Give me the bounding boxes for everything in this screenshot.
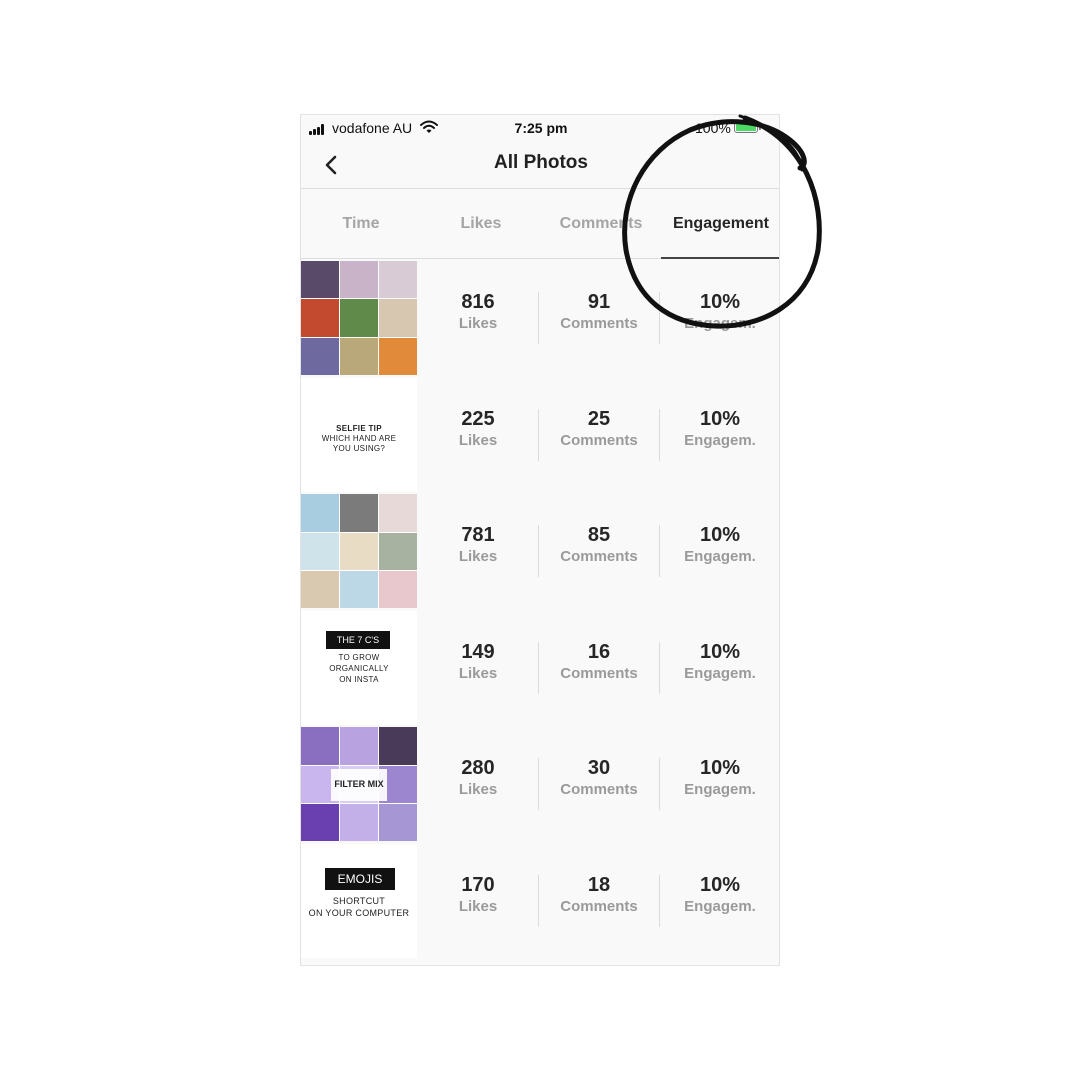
comments-stat: 16 Comments bbox=[539, 609, 659, 725]
likes-count: 280 bbox=[461, 757, 495, 780]
engagement-stat: 10% Engagem. bbox=[660, 725, 779, 841]
likes-label: Likes bbox=[458, 431, 498, 449]
sort-tabs: Time Likes Comments Engagement bbox=[301, 189, 779, 259]
likes-count: 225 bbox=[461, 407, 495, 430]
thumb-title: THE 7 C'S bbox=[326, 630, 390, 649]
engagement-stat: 10% Engagem. bbox=[660, 376, 779, 492]
engagement-label: Engagem. bbox=[684, 781, 756, 799]
comments-label: Comments bbox=[560, 548, 638, 566]
engagement-stat: 10% Engagem. bbox=[660, 492, 779, 608]
likes-stat: 225 Likes bbox=[418, 376, 538, 492]
comments-stat: 25 Comments bbox=[539, 376, 659, 492]
engagement-label: Engagem. bbox=[684, 897, 756, 915]
likes-stat: 280 Likes bbox=[418, 725, 538, 841]
thumb-line: ON INSTA bbox=[339, 674, 379, 684]
tab-likes[interactable]: Likes bbox=[421, 189, 541, 258]
engagement-value: 10% bbox=[699, 640, 741, 663]
battery-percent: 100% bbox=[695, 120, 731, 136]
photo-thumbnail[interactable]: SELFIE TIP WHICH HAND ARE YOU USING? bbox=[301, 377, 417, 492]
comments-stat: 91 Comments bbox=[539, 259, 659, 375]
likes-label: Likes bbox=[458, 781, 498, 799]
photo-thumbnail[interactable] bbox=[301, 261, 417, 375]
likes-label: Likes bbox=[458, 664, 498, 682]
engagement-stat: 10% Engagem. bbox=[660, 842, 779, 958]
status-bar: vodafone AU 7:25 pm 100% bbox=[301, 115, 779, 143]
photo-thumbnail[interactable]: THE 7 C'S TO GROW ORGANICALLY ON INSTA bbox=[301, 610, 417, 725]
likes-count: 781 bbox=[461, 524, 495, 547]
comments-label: Comments bbox=[560, 315, 638, 332]
engagement-label: Engagem. bbox=[684, 664, 756, 682]
photo-list: 816 Likes 91 Comments 10% Engagem. SELFI… bbox=[301, 259, 779, 959]
comments-label: Comments bbox=[560, 897, 638, 915]
comments-count: 85 bbox=[587, 524, 611, 547]
likes-count: 149 bbox=[461, 640, 495, 663]
list-item[interactable]: SELFIE TIP WHICH HAND ARE YOU USING? 225… bbox=[301, 376, 779, 493]
battery-icon bbox=[734, 122, 758, 133]
engagement-stat: 10% Engagem. bbox=[660, 259, 779, 375]
navigation-bar: All Photos bbox=[301, 143, 779, 189]
engagement-label: Engagem. bbox=[684, 315, 756, 332]
photo-thumbnail[interactable]: FILTER MIX bbox=[301, 727, 417, 842]
page-title: All Photos bbox=[494, 152, 588, 173]
likes-label: Likes bbox=[458, 315, 498, 332]
tab-comments[interactable]: Comments bbox=[541, 189, 661, 258]
thumb-title: SELFIE TIP bbox=[336, 423, 382, 433]
engagement-value: 10% bbox=[699, 524, 741, 547]
thumb-title: FILTER MIX bbox=[334, 779, 384, 790]
engagement-stat: 10% Engagem. bbox=[660, 609, 779, 725]
comments-count: 16 bbox=[587, 640, 611, 663]
comments-stat: 30 Comments bbox=[539, 725, 659, 841]
comments-count: 30 bbox=[587, 757, 611, 780]
photo-thumbnail[interactable] bbox=[301, 494, 417, 609]
likes-stat: 781 Likes bbox=[418, 492, 538, 608]
battery-tip bbox=[759, 125, 761, 130]
thumb-title: EMOJIS bbox=[325, 867, 395, 890]
engagement-value: 10% bbox=[699, 873, 741, 896]
comments-label: Comments bbox=[560, 781, 638, 799]
likes-count: 816 bbox=[461, 291, 495, 313]
thumb-line: TO GROW bbox=[338, 652, 380, 662]
list-item[interactable]: FILTER MIX 280 Likes 30 Comments 10% Eng… bbox=[301, 725, 779, 842]
likes-stat: 170 Likes bbox=[418, 842, 538, 958]
list-item[interactable]: EMOJIS SHORTCUT ON YOUR COMPUTER 170 Lik… bbox=[301, 842, 779, 959]
comments-count: 25 bbox=[587, 407, 611, 430]
thumb-overlay: FILTER MIX bbox=[331, 769, 387, 802]
tab-time[interactable]: Time bbox=[301, 189, 421, 258]
likes-count: 170 bbox=[461, 873, 495, 896]
likes-label: Likes bbox=[458, 897, 498, 915]
comments-label: Comments bbox=[560, 664, 638, 682]
list-item[interactable]: 781 Likes 85 Comments 10% Engagem. bbox=[301, 492, 779, 609]
engagement-label: Engagem. bbox=[684, 548, 756, 566]
comments-count: 18 bbox=[587, 873, 611, 896]
comments-label: Comments bbox=[560, 431, 638, 449]
photo-thumbnail[interactable]: EMOJIS SHORTCUT ON YOUR COMPUTER bbox=[301, 843, 417, 958]
engagement-label: Engagem. bbox=[684, 431, 756, 449]
comments-count: 91 bbox=[587, 291, 611, 313]
thumb-line: YOU USING? bbox=[332, 443, 386, 453]
engagement-value: 10% bbox=[699, 757, 741, 780]
list-item[interactable]: 816 Likes 91 Comments 10% Engagem. bbox=[301, 259, 779, 376]
tab-engagement[interactable]: Engagement bbox=[661, 189, 779, 259]
phone-screen: vodafone AU 7:25 pm 100% All Photos Time… bbox=[300, 114, 780, 966]
engagement-value: 10% bbox=[699, 407, 741, 430]
comments-stat: 18 Comments bbox=[539, 842, 659, 958]
engagement-value: 10% bbox=[699, 291, 741, 313]
thumb-line: ON YOUR COMPUTER bbox=[308, 907, 410, 918]
list-item[interactable]: THE 7 C'S TO GROW ORGANICALLY ON INSTA 1… bbox=[301, 609, 779, 726]
likes-label: Likes bbox=[458, 548, 498, 566]
likes-stat: 816 Likes bbox=[418, 259, 538, 375]
likes-stat: 149 Likes bbox=[418, 609, 538, 725]
thumb-line: WHICH HAND ARE bbox=[321, 433, 397, 443]
thumb-line: ORGANICALLY bbox=[329, 663, 389, 673]
comments-stat: 85 Comments bbox=[539, 492, 659, 608]
thumb-line: SHORTCUT bbox=[332, 895, 386, 906]
